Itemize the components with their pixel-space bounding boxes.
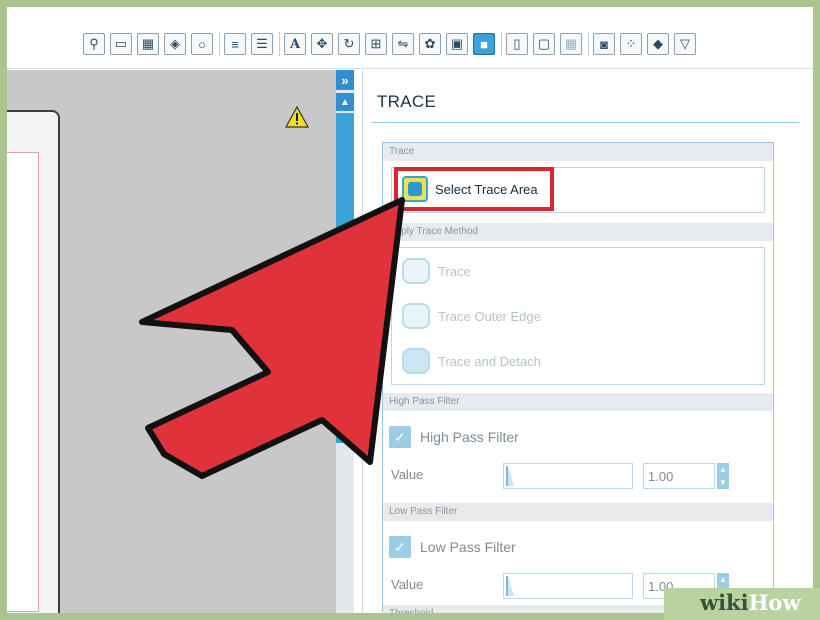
low-pass-slider[interactable] xyxy=(503,573,633,599)
trace-panel: TRACE Trace Select Trace Area Apply Trac… xyxy=(362,70,806,613)
send-icon[interactable]: ▽ xyxy=(674,33,696,55)
design-page[interactable] xyxy=(7,110,60,613)
watermark-how: How xyxy=(748,590,801,615)
scroll-up-button[interactable]: ▲ xyxy=(336,93,354,111)
high-pass-value-row: Value 1.00 ▲ ▼ xyxy=(391,461,761,489)
toolbar-group-draw: ⚲ ▭ ▦ ◈ ○ ≡ ☰ A ✥ ↻ ⊞ ⇋ ✿ ▣ ■ ▯ ▢ ▦ ◙ ⁘ … xyxy=(83,29,701,59)
section-header-trace: Trace xyxy=(383,143,773,161)
table-icon[interactable]: ▦ xyxy=(560,33,582,55)
offset-icon[interactable]: ✿ xyxy=(419,33,441,55)
method-trace-outer-edge-button[interactable]: Trace Outer Edge xyxy=(402,299,541,333)
line-style-icon[interactable]: ☰ xyxy=(251,33,273,55)
value-label: Value xyxy=(391,467,424,482)
low-pass-filter-checkbox[interactable]: ✓ Low Pass Filter xyxy=(389,534,516,560)
select-trace-area-label: Select Trace Area xyxy=(435,181,538,197)
pin-icon[interactable]: ⚲ xyxy=(83,33,105,55)
collapse-panel-button[interactable]: » xyxy=(336,70,354,90)
trace-method-box: Trace Trace Outer Edge Trace and Detach xyxy=(391,247,765,385)
check-icon: ✓ xyxy=(389,426,411,448)
move-icon[interactable]: ✥ xyxy=(311,33,333,55)
shape-icon[interactable]: ◈ xyxy=(164,33,186,55)
scale-icon[interactable]: ⊞ xyxy=(365,33,387,55)
fill-icon[interactable]: ◙ xyxy=(593,33,615,55)
line-color-icon[interactable]: ≡ xyxy=(224,33,246,55)
section-header-low-pass: Low Pass Filter xyxy=(383,503,773,521)
method-label: Trace xyxy=(438,263,471,279)
method-label: Trace and Detach xyxy=(438,353,541,369)
eraser-icon[interactable]: ◆ xyxy=(647,33,669,55)
method-trace-and-detach-button[interactable]: Trace and Detach xyxy=(402,344,541,378)
check-icon: ✓ xyxy=(389,536,411,558)
text-icon[interactable]: A xyxy=(284,33,306,55)
window-icon[interactable]: ▭ xyxy=(110,33,132,55)
rotate-icon[interactable]: ↻ xyxy=(338,33,360,55)
wikihow-watermark: wikiHow xyxy=(664,588,820,620)
select-trace-area-button[interactable]: Select Trace Area xyxy=(394,167,554,211)
method-trace-button[interactable]: Trace xyxy=(402,254,471,288)
trace-area-icon xyxy=(402,176,428,202)
high-pass-slider[interactable] xyxy=(503,463,633,489)
outer-edge-icon xyxy=(402,303,430,329)
page-icon[interactable]: ▯ xyxy=(506,33,528,55)
warning-icon[interactable] xyxy=(285,106,309,128)
title-divider xyxy=(371,122,799,123)
watermark-wiki: wiki xyxy=(700,590,749,615)
high-pass-label: High Pass Filter xyxy=(420,429,519,445)
trace-icon[interactable]: ■ xyxy=(473,33,495,55)
pattern-icon[interactable]: ⁘ xyxy=(620,33,642,55)
app-window: ⚲ ▭ ▦ ◈ ○ ≡ ☰ A ✥ ↻ ⊞ ⇋ ✿ ▣ ■ ▯ ▢ ▦ ◙ ⁘ … xyxy=(7,7,813,613)
slider-handle[interactable] xyxy=(506,576,514,596)
section-header-method: Apply Trace Method xyxy=(383,223,773,241)
image-icon[interactable]: ▣ xyxy=(446,33,468,55)
low-pass-label: Low Pass Filter xyxy=(420,539,516,555)
toolbar-separator xyxy=(279,32,280,56)
grid-icon[interactable]: ▦ xyxy=(137,33,159,55)
method-label: Trace Outer Edge xyxy=(438,308,541,324)
trace-method-icon xyxy=(402,258,430,284)
high-pass-stepper[interactable]: ▲ ▼ xyxy=(717,463,729,489)
detach-icon xyxy=(402,348,430,374)
high-pass-value-input[interactable]: 1.00 xyxy=(643,463,715,489)
panel-title: TRACE xyxy=(377,92,437,111)
value-label: Value xyxy=(391,577,424,592)
toolbar-separator xyxy=(588,32,589,56)
trace-settings: Trace Select Trace Area Apply Trace Meth… xyxy=(382,142,774,613)
select-trace-box: Select Trace Area xyxy=(391,167,765,213)
mirror-icon[interactable]: ⇋ xyxy=(392,33,414,55)
design-canvas[interactable] xyxy=(7,70,352,613)
section-header-high-pass: High Pass Filter xyxy=(383,393,773,411)
scrollbar-track[interactable] xyxy=(336,113,354,443)
slider-handle[interactable] xyxy=(506,466,514,486)
polygon-icon[interactable]: ○ xyxy=(191,33,213,55)
high-pass-filter-checkbox[interactable]: ✓ High Pass Filter xyxy=(389,424,519,450)
page-outline-icon[interactable]: ▢ xyxy=(533,33,555,55)
toolbar-separator xyxy=(501,32,502,56)
toolbar-separator xyxy=(219,32,220,56)
cutting-mat-area xyxy=(7,152,39,612)
toolbar: ⚲ ▭ ▦ ◈ ○ ≡ ☰ A ✥ ↻ ⊞ ⇋ ✿ ▣ ■ ▯ ▢ ▦ ◙ ⁘ … xyxy=(7,7,813,69)
